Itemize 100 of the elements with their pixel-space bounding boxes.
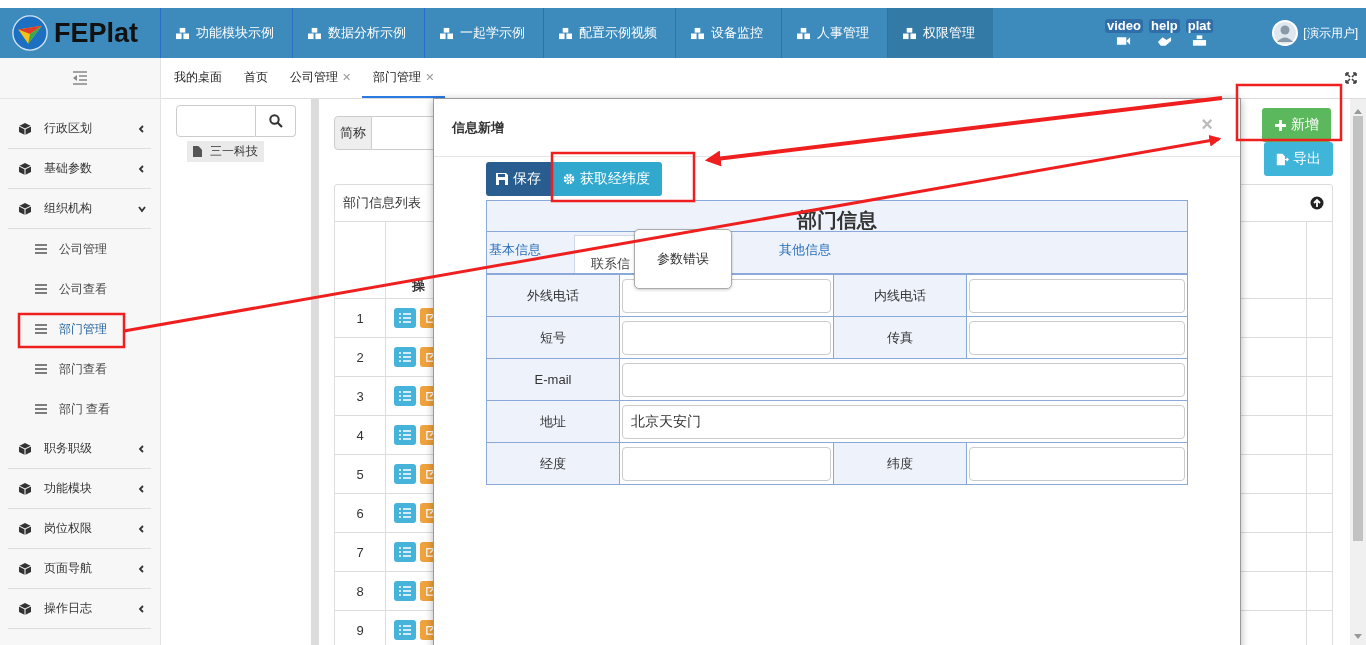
error-tooltip: 参数错误: [634, 229, 732, 289]
field-label: 短号: [540, 328, 566, 347]
file-icon: [193, 146, 202, 157]
input-field[interactable]: [969, 446, 1185, 481]
cube-icon: [18, 161, 32, 176]
network-icon: [1191, 35, 1207, 47]
details-button[interactable]: [394, 503, 416, 523]
nav-item[interactable]: 权限管理: [887, 8, 993, 58]
input-field[interactable]: [622, 320, 831, 355]
gear-icon: [563, 173, 575, 185]
input-field[interactable]: [622, 362, 1185, 397]
chevron-icon: [137, 523, 147, 534]
nav-item[interactable]: 设备监控: [675, 8, 781, 58]
list-icon: [399, 625, 411, 635]
cube-icon: [18, 441, 32, 456]
cube-icon: [18, 601, 32, 616]
menu-item[interactable]: 基础参数: [8, 149, 151, 189]
boxes-icon: [175, 26, 190, 40]
details-button[interactable]: [394, 347, 416, 367]
field-label: 纬度: [887, 454, 913, 473]
details-button[interactable]: [394, 620, 416, 640]
menu-item[interactable]: 功能模块: [8, 469, 151, 509]
collapse-up-icon[interactable]: [1310, 196, 1324, 210]
boxes-icon: [558, 26, 573, 40]
list-icon: [399, 469, 411, 479]
menu-item[interactable]: 岗位权限: [8, 509, 151, 549]
submenu-item[interactable]: 部门 查看: [0, 389, 160, 429]
chevron-icon: [137, 163, 147, 174]
boxes-icon: [307, 26, 322, 40]
row-number: 2: [356, 349, 364, 365]
cube-icon: [18, 201, 32, 216]
scrollbar[interactable]: [1350, 99, 1366, 645]
menu-item[interactable]: 操作日志: [8, 589, 151, 629]
input-field[interactable]: [969, 320, 1185, 355]
field-label: 简称: [334, 116, 372, 150]
row-number: 3: [356, 388, 364, 404]
details-button[interactable]: [394, 308, 416, 328]
handshake-icon: [1156, 35, 1172, 47]
menu-item[interactable]: 职务职级: [8, 429, 151, 469]
details-button[interactable]: [394, 386, 416, 406]
page-tab[interactable]: 首页: [233, 58, 279, 98]
form-tab[interactable]: 其他信息: [763, 235, 851, 273]
menu-item[interactable]: 页面导航: [8, 549, 151, 589]
search-field[interactable]: [176, 105, 256, 137]
list-icon: [399, 391, 411, 401]
form-tab[interactable]: 基本信息: [487, 235, 574, 273]
boxes-icon: [439, 26, 454, 40]
input-field[interactable]: [969, 278, 1185, 313]
menu-item[interactable]: 行政区划: [8, 109, 151, 149]
cube-icon: [18, 521, 32, 536]
nav-item[interactable]: 功能模块示例: [160, 8, 292, 58]
tree-node[interactable]: 三一科技: [187, 141, 264, 162]
chevron-icon: [137, 603, 147, 614]
submenu-item[interactable]: 公司管理: [0, 229, 160, 269]
row-number: 6: [356, 505, 364, 521]
field-label: 传真: [887, 328, 913, 347]
search-button[interactable]: [256, 105, 296, 137]
row-number: 8: [356, 583, 364, 599]
plus-icon: [1274, 118, 1287, 132]
submenu-item[interactable]: 部门管理: [0, 309, 160, 349]
export-icon: [1276, 152, 1289, 166]
list-icon: [399, 352, 411, 362]
dialog-title: 信息新增: [452, 118, 504, 137]
fullscreen-icon[interactable]: [1345, 72, 1357, 84]
input-field[interactable]: 北京天安门: [622, 404, 1185, 439]
page-tab[interactable]: 我的桌面: [163, 58, 233, 98]
field-label: 经度: [540, 454, 566, 473]
details-button[interactable]: [394, 581, 416, 601]
row-number: 9: [356, 622, 364, 638]
menu-item[interactable]: 组织机构: [8, 189, 151, 229]
list-icon: [35, 364, 47, 374]
details-button[interactable]: [394, 425, 416, 445]
collapse-icon[interactable]: [72, 71, 88, 85]
list-icon: [35, 324, 47, 334]
submenu-item[interactable]: 部门查看: [0, 349, 160, 389]
details-button[interactable]: [394, 542, 416, 562]
nav-item[interactable]: 配置示例视频: [543, 8, 675, 58]
row-number: 4: [356, 427, 364, 443]
nav-item[interactable]: 一起学示例: [424, 8, 543, 58]
chevron-icon: [137, 123, 147, 134]
list-icon: [399, 586, 411, 596]
column-header: 操: [412, 277, 425, 295]
input-field[interactable]: [622, 446, 831, 481]
dialog-button[interactable]: 保存: [486, 162, 551, 196]
app-logo: FEPlat: [54, 17, 139, 49]
field-label: 内线电话: [874, 286, 926, 305]
boxes-icon: [690, 26, 705, 40]
chevron-icon: [137, 483, 147, 494]
list-icon: [399, 508, 411, 518]
panel-title: 部门信息列表: [343, 194, 421, 212]
nav-item[interactable]: 数据分析示例: [292, 8, 424, 58]
list-icon: [399, 430, 411, 440]
submenu-item[interactable]: 公司查看: [0, 269, 160, 309]
splitter[interactable]: [311, 99, 319, 645]
avatar-icon[interactable]: [1272, 20, 1299, 46]
details-button[interactable]: [394, 464, 416, 484]
user-name[interactable]: [演示用户]: [1303, 24, 1358, 42]
search-icon: [268, 114, 283, 128]
field-label: E-mail: [534, 372, 572, 387]
page-tab[interactable]: 公司管理 ✕: [279, 58, 363, 98]
